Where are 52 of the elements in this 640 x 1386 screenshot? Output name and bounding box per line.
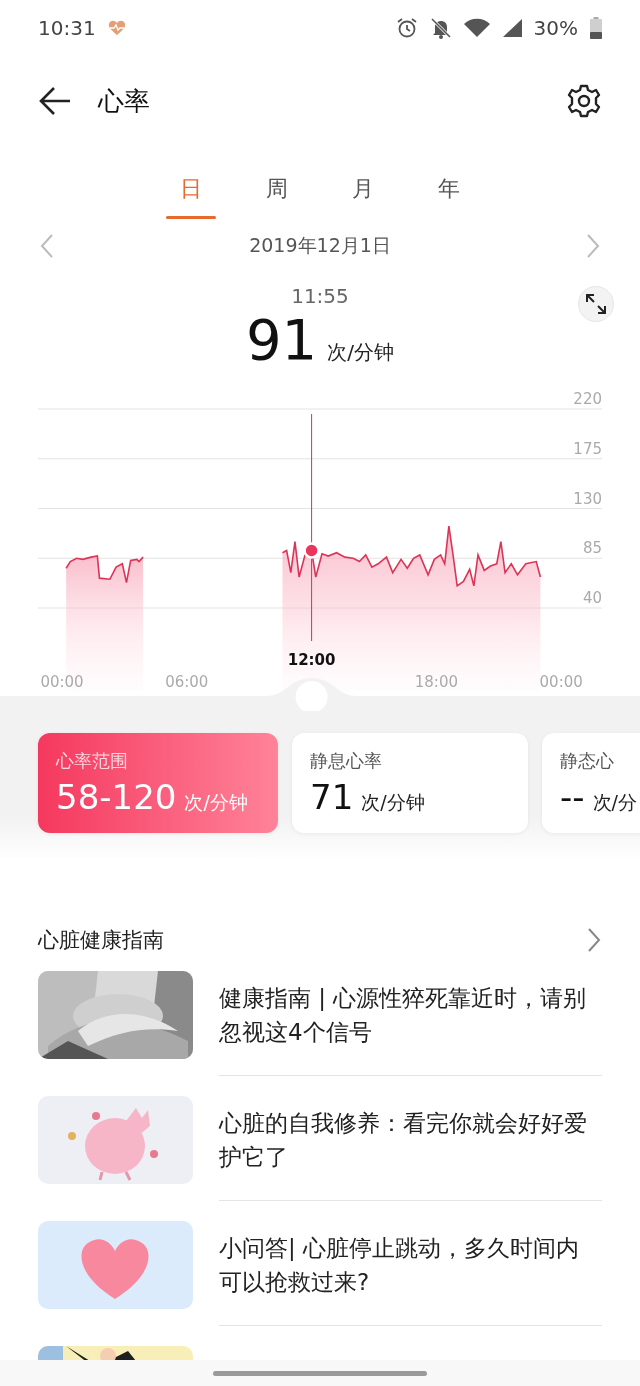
card-unit: 次/分 [592, 790, 637, 815]
y-axis-label: 85 [582, 539, 602, 558]
page-title: 心率 [98, 84, 150, 118]
card-label: 静态心 [560, 749, 615, 773]
stat-card[interactable]: 静息心率 71 次/分钟 [292, 733, 528, 833]
card-unit: 次/分钟 [361, 790, 425, 815]
heart-rate-value: 91 [246, 310, 318, 370]
x-axis-label: 00:00 [539, 673, 583, 691]
home-indicator[interactable] [213, 1370, 427, 1376]
y-axis-label: 40 [582, 589, 602, 607]
stat-card[interactable]: 静态心 -- 次/分 [542, 733, 640, 833]
status-time: 10:31 [38, 16, 96, 40]
selected-point [303, 542, 320, 559]
card-label: 心率范围 [56, 749, 129, 773]
article-title[interactable]: 心脏的自我修养：看完你就会好好爱护它了 [219, 1106, 602, 1174]
reading-time: 11:55 [291, 284, 349, 308]
chevron-right-icon [584, 233, 602, 259]
x-axis-label: 00:00 [40, 673, 84, 691]
heart-pulse-icon [107, 20, 126, 36]
x-axis-label: 18:00 [414, 673, 458, 691]
battery-icon [590, 17, 602, 39]
article-title[interactable]: 健康指南 | 心源性猝死靠近时，请别忽视这4个信号 [219, 981, 602, 1049]
settings-button[interactable] [566, 83, 602, 119]
card-value: 71 [310, 777, 354, 817]
period-tab[interactable]: 周 [234, 156, 320, 226]
y-axis-label: 175 [573, 439, 602, 458]
cursor-time-label: 12:00 [287, 651, 336, 669]
date-label: 2019年12月1日 [248, 233, 392, 258]
signal-icon [501, 18, 522, 38]
card-value: -- [560, 777, 585, 817]
article-title[interactable]: 小问答| 心脏停止跳动，多久时间内可以抢救过来? [219, 1231, 602, 1299]
section-title: 心脏健康指南 [38, 927, 165, 954]
wifi-icon [463, 18, 490, 38]
chevron-left-icon [38, 233, 56, 259]
unit-label: 次/分钟 [327, 339, 394, 366]
x-axis-label: 06:00 [165, 673, 209, 691]
alarm-icon [395, 17, 418, 39]
chevron-right-icon[interactable] [586, 927, 602, 953]
card-unit: 次/分钟 [184, 790, 248, 815]
fullscreen-button[interactable] [578, 286, 614, 322]
period-tab[interactable]: 年 [406, 156, 492, 226]
next-day-button[interactable] [584, 233, 602, 259]
expand-icon [585, 293, 607, 315]
period-tab[interactable]: 月 [320, 156, 406, 226]
previous-day-button[interactable] [38, 233, 56, 259]
bell-off-icon [429, 17, 452, 39]
card-label: 静息心率 [310, 749, 383, 773]
y-axis-label: 130 [573, 489, 602, 508]
settings-icon [566, 83, 602, 119]
card-value: 58-120 [56, 777, 177, 817]
battery-percent: 30% [533, 16, 578, 40]
y-axis-label: 220 [573, 390, 602, 408]
